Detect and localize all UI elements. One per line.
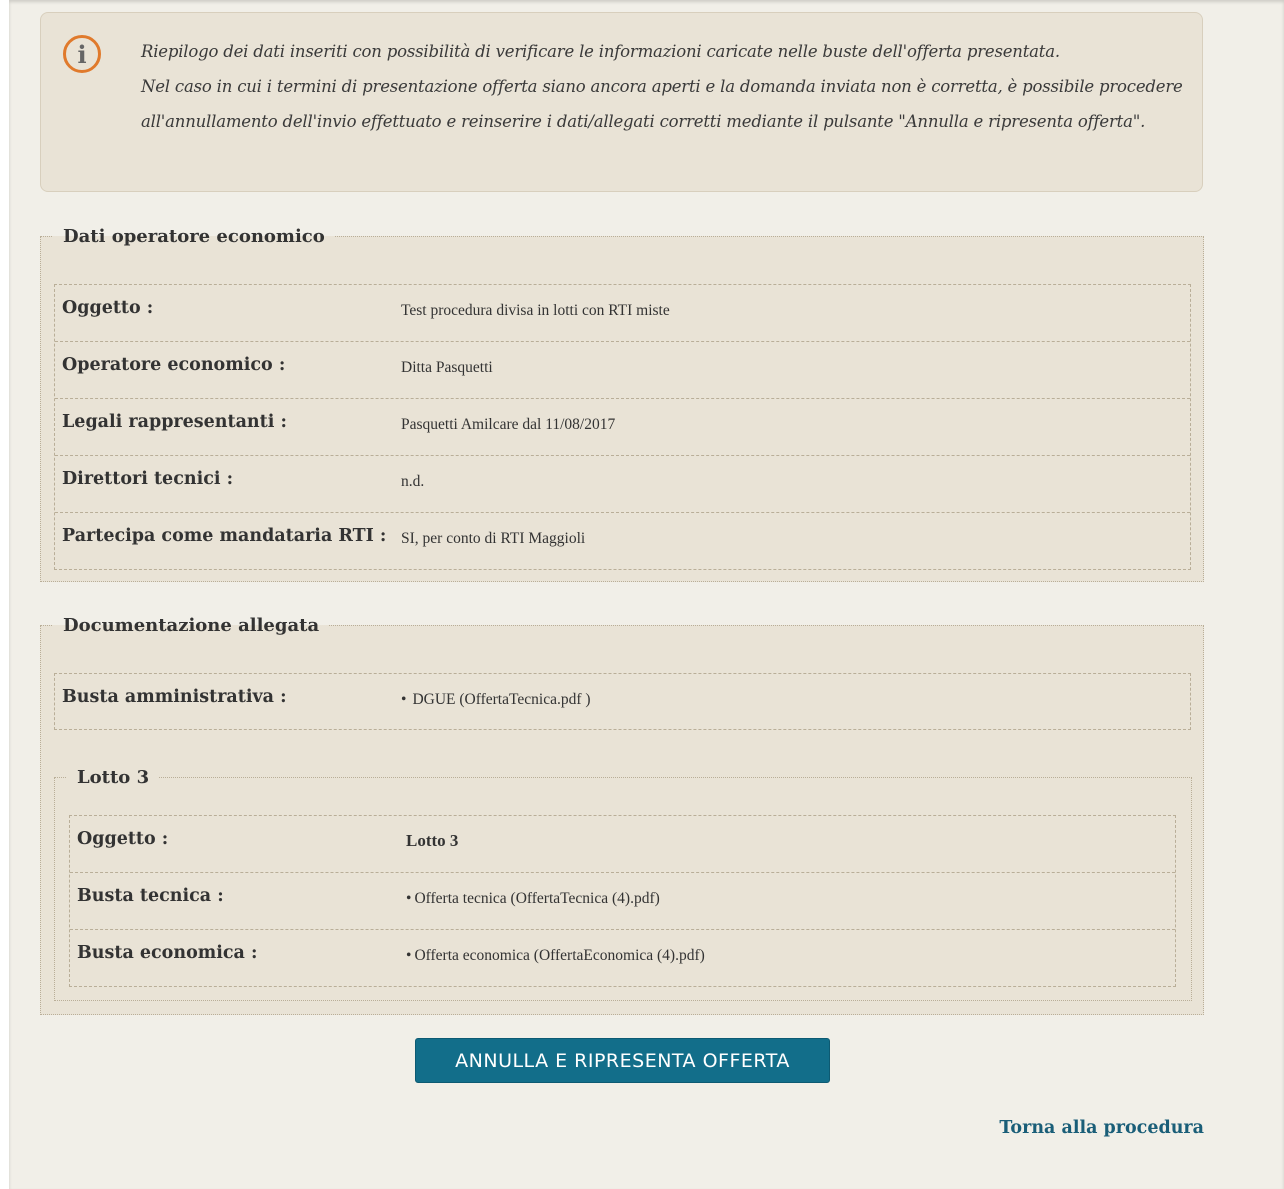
- documentazione-section: Documentazione allegata Busta amministra…: [40, 615, 1204, 1015]
- row-label: Partecipa come mandataria RTI :: [62, 526, 387, 546]
- operatore-rows: Oggetto : Test procedura divisa in lotti…: [54, 284, 1191, 570]
- row-value: Pasquetti Amilcare dal 11/08/2017: [401, 416, 616, 433]
- info-line-2: Nel caso in cui i termini di presentazio…: [141, 77, 1183, 131]
- row-value: • Offerta tecnica (OffertaTecnica (4).pdf…: [406, 890, 660, 908]
- info-line-1: Riepilogo dei dati inseriti con possibil…: [141, 42, 1060, 61]
- bullet: •: [401, 691, 407, 708]
- row-label: Busta tecnica :: [77, 886, 224, 906]
- torna-alla-procedura-link[interactable]: Torna alla procedura: [999, 1118, 1204, 1138]
- row-operatore-economico: Operatore economico : Ditta Pasquetti: [55, 342, 1190, 399]
- row-label: Oggetto :: [62, 298, 154, 318]
- row-lotto-oggetto: Oggetto : Lotto 3: [70, 816, 1175, 873]
- lotto-legend: Lotto 3: [77, 767, 150, 788]
- operatore-legend: Dati operatore economico: [63, 226, 325, 247]
- documentazione-legend: Documentazione allegata: [63, 615, 320, 636]
- page: i Riepilogo dei dati inseriti con possib…: [9, 0, 1284, 1189]
- attachment-offerta-economica: Offerta economica (OffertaEconomica (4).…: [414, 947, 705, 964]
- busta-amministrativa-rows: Busta amministrativa : • DGUE (OffertaTec…: [54, 673, 1191, 730]
- bullet: •: [406, 890, 412, 907]
- info-text: Riepilogo dei dati inseriti con possibil…: [141, 34, 1191, 139]
- row-label: Busta amministrativa :: [62, 687, 287, 707]
- bullet: •: [406, 947, 412, 964]
- row-value: SI, per conto di RTI Maggioli: [401, 530, 586, 547]
- lotto-section: Lotto 3 Oggetto : Lotto 3 Busta tecnica …: [54, 767, 1192, 1001]
- row-busta-amministrativa: Busta amministrativa : • DGUE (OffertaTec…: [55, 674, 1190, 731]
- row-value: • DGUE (OffertaTecnica.pdf ): [401, 691, 591, 709]
- operatore-section: Dati operatore economico Oggetto : Test …: [40, 226, 1204, 582]
- attachment-dgue: DGUE (OffertaTecnica.pdf ): [412, 691, 591, 708]
- row-value: Ditta Pasquetti: [401, 359, 493, 376]
- info-icon: i: [63, 35, 101, 73]
- row-label: Direttori tecnici :: [62, 469, 234, 489]
- row-label: Operatore economico :: [62, 355, 286, 375]
- row-value: • Offerta economica (OffertaEconomica (4)…: [406, 947, 705, 965]
- row-label: Oggetto :: [77, 829, 169, 849]
- row-busta-tecnica: Busta tecnica : • Offerta tecnica (Offert…: [70, 873, 1175, 930]
- attachment-offerta-tecnica: Offerta tecnica (OffertaTecnica (4).pdf): [414, 890, 660, 907]
- lotto-rows: Oggetto : Lotto 3 Busta tecnica : • Offer…: [69, 815, 1176, 987]
- row-mandataria-rti: Partecipa come mandataria RTI : SI, per …: [55, 513, 1190, 570]
- row-value: n.d.: [401, 473, 425, 490]
- row-value: Test procedura divisa in lotti con RTI m…: [401, 302, 670, 319]
- row-legali-rappresentanti: Legali rappresentanti : Pasquetti Amilca…: [55, 399, 1190, 456]
- row-label: Legali rappresentanti :: [62, 412, 287, 432]
- row-busta-economica: Busta economica : • Offerta economica (Of…: [70, 930, 1175, 987]
- row-direttori-tecnici: Direttori tecnici : n.d.: [55, 456, 1190, 513]
- row-oggetto: Oggetto : Test procedura divisa in lotti…: [55, 285, 1190, 342]
- annulla-ripresenta-button[interactable]: ANNULLA E RIPRESENTA OFFERTA: [415, 1038, 830, 1083]
- row-label: Busta economica :: [77, 943, 258, 963]
- info-box: i Riepilogo dei dati inseriti con possib…: [40, 12, 1203, 192]
- row-value: Lotto 3: [406, 831, 459, 850]
